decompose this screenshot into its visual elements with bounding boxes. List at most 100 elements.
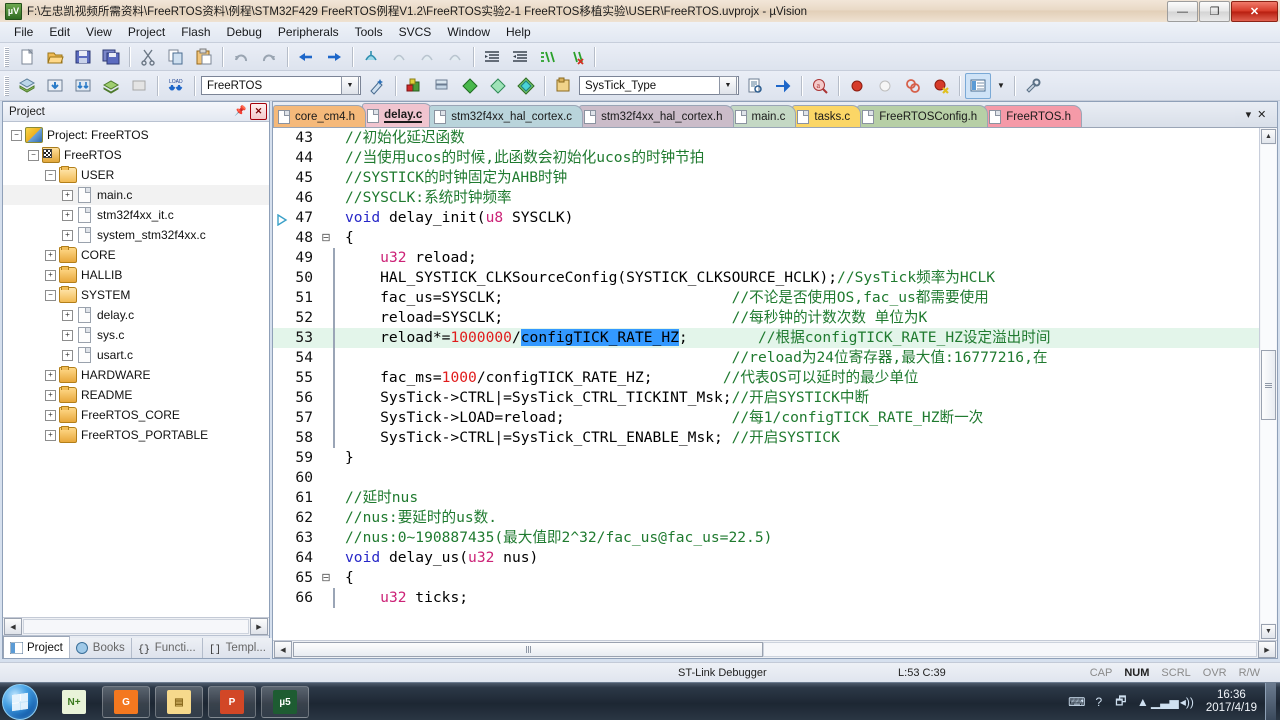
collapse-toggle-icon[interactable]: −	[11, 129, 22, 141]
hscroll-thumb[interactable]	[293, 642, 763, 657]
project-tree[interactable]: − Project: FreeRTOS − FreeRTOS − USER + main.c +…	[3, 122, 269, 617]
scroll-right-button[interactable]: ▶	[1258, 641, 1276, 658]
tree-item[interactable]: + sys.c	[3, 325, 269, 345]
editor-tab-freertosconfig-h[interactable]: FreeRTOSConfig.h	[857, 105, 989, 127]
code-text-area[interactable]: 43 //初始化延迟函数 44 //当使用ucos的时候,此函数会初始化ucos的时钟…	[273, 128, 1259, 640]
menu-item-flash[interactable]: Flash	[173, 23, 218, 41]
target-options-icon[interactable]	[401, 73, 427, 99]
stop-build-icon[interactable]	[126, 73, 152, 99]
tree-item[interactable]: − USER	[3, 165, 269, 185]
expand-toggle-icon[interactable]: +	[62, 329, 73, 341]
menu-item-tools[interactable]: Tools	[347, 23, 391, 41]
show-desktop-button[interactable]	[1265, 683, 1276, 720]
menu-item-help[interactable]: Help	[498, 23, 539, 41]
code-line[interactable]: 66 u32 ticks;	[273, 588, 1259, 608]
project-panel-tab-functi[interactable]: {} Functi...	[131, 638, 203, 658]
code-line[interactable]: 56 SysTick->CTRL|=SysTick_CTRL_TICKINT_M…	[273, 388, 1259, 408]
bookmark-clear-icon[interactable]	[442, 44, 468, 70]
help-icon[interactable]: ?	[1088, 691, 1110, 713]
rebuild-icon[interactable]	[42, 73, 68, 99]
signal-icon[interactable]: ▁▃▅	[1151, 691, 1179, 713]
tree-item[interactable]: − SYSTEM	[3, 285, 269, 305]
tree-item[interactable]: − Project: FreeRTOS	[3, 125, 269, 145]
code-line[interactable]: 47 void delay_init(u8 SYSCLK)	[273, 208, 1259, 228]
close-button[interactable]: ✕	[1231, 1, 1278, 22]
code-line[interactable]: 54 //reload为24位寄存器,最大值:16777216,在	[273, 348, 1259, 368]
expand-toggle-icon[interactable]: +	[45, 429, 56, 441]
project-panel-tab-books[interactable]: Books	[69, 638, 132, 658]
save-all-icon[interactable]	[98, 44, 124, 70]
disable-all-breakpoints-icon[interactable]	[900, 73, 926, 99]
code-line[interactable]: 64 void delay_us(u32 nus)	[273, 548, 1259, 568]
kill-all-breakpoints-icon[interactable]	[928, 73, 954, 99]
code-line[interactable]: 53 reload*=1000000/configTICK_RATE_HZ; /…	[273, 328, 1259, 348]
bookmark-prev-icon[interactable]	[386, 44, 412, 70]
manage-components-icon[interactable]	[429, 73, 455, 99]
fold-toggle-icon[interactable]: ⊟	[319, 228, 333, 248]
menu-item-view[interactable]: View	[78, 23, 120, 41]
comment-icon[interactable]	[535, 44, 561, 70]
editor-tab-freertos-h[interactable]: FreeRTOS.h	[984, 105, 1082, 127]
cut-icon[interactable]	[135, 44, 161, 70]
window-layout-icon[interactable]	[965, 72, 991, 99]
expand-toggle-icon[interactable]: +	[45, 409, 56, 421]
code-line[interactable]: 51 fac_us=SYSCLK; //不论是否使用OS,fac_us都需要使用	[273, 288, 1259, 308]
books-icon[interactable]	[457, 73, 483, 99]
breakpoint-icon[interactable]	[844, 73, 870, 99]
undo-icon[interactable]	[228, 44, 254, 70]
bookmark-next-icon[interactable]	[414, 44, 440, 70]
configure-icon[interactable]	[1020, 73, 1046, 99]
find-in-files-icon[interactable]	[742, 73, 768, 99]
toolbar-grip[interactable]	[4, 75, 9, 96]
scroll-track[interactable]	[763, 642, 1257, 657]
code-line[interactable]: 44 //当使用ucos的时候,此函数会初始化ucos的时钟节拍	[273, 148, 1259, 168]
open-file-icon[interactable]	[42, 44, 68, 70]
layout-dropdown-icon[interactable]: ▼	[993, 73, 1009, 99]
find-icon[interactable]: a	[807, 73, 833, 99]
editor-vscrollbar[interactable]: ▲ ▼	[1259, 128, 1277, 640]
scroll-left-button[interactable]: ◀	[274, 641, 292, 658]
taskbar-clock[interactable]: 16:36 2017/4/19	[1198, 689, 1265, 715]
tree-item[interactable]: + stm32f4xx_it.c	[3, 205, 269, 225]
start-button[interactable]	[2, 684, 38, 720]
functions-icon[interactable]	[485, 73, 511, 99]
close-icon[interactable]: ✕	[1257, 108, 1266, 121]
tree-item[interactable]: + FreeRTOS_PORTABLE	[3, 425, 269, 445]
menu-item-edit[interactable]: Edit	[41, 23, 78, 41]
expand-toggle-icon[interactable]: +	[62, 209, 73, 221]
uncomment-icon[interactable]	[563, 44, 589, 70]
toolbar-grip[interactable]	[4, 46, 9, 67]
batch-build-icon[interactable]	[70, 73, 96, 99]
collapse-toggle-icon[interactable]: −	[45, 169, 56, 181]
expand-toggle-icon[interactable]: +	[62, 229, 73, 241]
network-icon[interactable]: 🗗	[1110, 691, 1132, 713]
explorer-taskbar-item[interactable]: ▤	[155, 686, 203, 718]
code-line[interactable]: 45 //SYSTICK的时钟固定为AHB时钟	[273, 168, 1259, 188]
indent-icon[interactable]	[479, 44, 505, 70]
bookmark-jump-icon[interactable]	[770, 73, 796, 99]
project-panel-tab-templ[interactable]: [] Templ...	[202, 638, 273, 658]
menu-item-debug[interactable]: Debug	[219, 23, 270, 41]
scroll-right-button[interactable]: ▶	[250, 618, 268, 635]
fold-toggle-icon[interactable]: ⊟	[319, 568, 333, 588]
chevron-down-icon[interactable]: ▼	[719, 76, 737, 95]
build-icon[interactable]	[14, 73, 40, 99]
close-icon[interactable]: ✕	[250, 103, 267, 120]
project-tree-hscrollbar[interactable]: ◀ ▶	[3, 617, 269, 635]
expand-toggle-icon[interactable]: +	[45, 269, 56, 281]
menu-item-project[interactable]: Project	[120, 23, 173, 41]
keyboard-layout-icon[interactable]: ⌨	[1066, 691, 1088, 713]
tree-item[interactable]: + system_stm32f4xx.c	[3, 225, 269, 245]
pin-icon[interactable]: 📌	[233, 104, 248, 119]
tree-item[interactable]: + HALLIB	[3, 265, 269, 285]
expand-toggle-icon[interactable]: +	[62, 349, 73, 361]
vscroll-thumb[interactable]	[1261, 350, 1276, 420]
configure-wizard-icon[interactable]	[364, 73, 390, 99]
code-line[interactable]: 50 HAL_SYSTICK_CLKSourceConfig(SYSTICK_C…	[273, 268, 1259, 288]
code-line[interactable]: 63 //nus:0~190887435(最大值即2^32/fac_us@fac_…	[273, 528, 1259, 548]
code-line[interactable]: 61 //延时nus	[273, 488, 1259, 508]
scroll-left-button[interactable]: ◀	[4, 618, 22, 635]
scroll-up-button[interactable]: ▲	[1261, 129, 1276, 144]
chevron-down-icon[interactable]: ▾	[1246, 108, 1252, 121]
new-file-icon[interactable]	[14, 44, 40, 70]
